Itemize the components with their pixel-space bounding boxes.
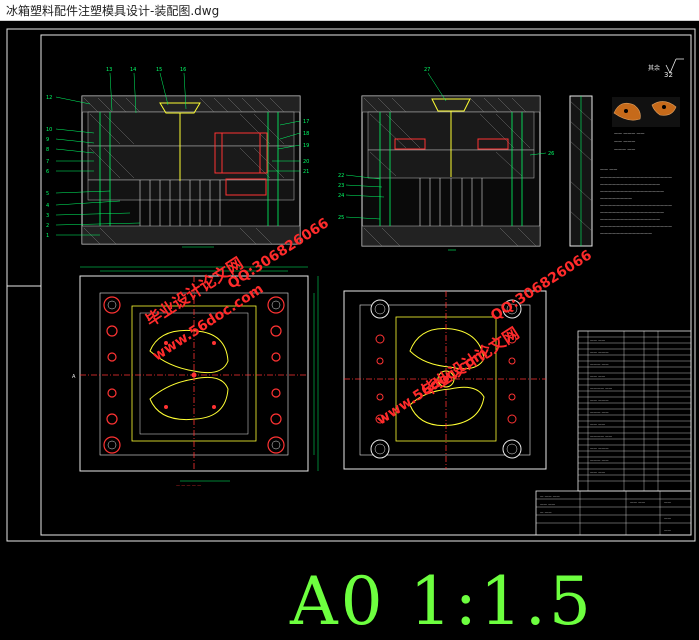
svg-text:—— ——: —— —— (590, 374, 606, 378)
svg-text:————————————————: ———————————————— (600, 189, 664, 194)
svg-text:3: 3 (46, 213, 49, 219)
svg-text:14: 14 (130, 67, 136, 73)
title-block: — —— —— —— —— — —— —— —— —— —— —— (535, 490, 692, 536)
svg-text:——————————————————: —————————————————— (600, 224, 672, 229)
svg-text:———————————————: ——————————————— (600, 182, 660, 187)
svg-text:5: 5 (46, 191, 49, 197)
svg-text:2: 2 (46, 223, 49, 229)
svg-text:21: 21 (303, 169, 309, 175)
svg-text:15: 15 (156, 67, 162, 73)
svg-text:—— ——: —— —— (590, 470, 606, 474)
svg-text:17: 17 (303, 119, 309, 125)
svg-text:—— ——: —— —— (630, 500, 646, 504)
svg-text:————————————————: ———————————————— (600, 210, 664, 215)
part-sketch: —— ——— ———— —————— —— —— —— ————————————… (600, 97, 680, 236)
svg-text:18: 18 (303, 131, 309, 137)
svg-text:——— ——: ——— —— (614, 147, 635, 152)
scale-label: A0 1:1.5 (290, 563, 594, 640)
svg-text:22: 22 (338, 173, 344, 179)
narrow-side-view (569, 95, 593, 247)
svg-text:13: 13 (106, 67, 112, 73)
svg-text:— — — — —: — — — — — (176, 483, 201, 488)
svg-text:———— ——: ———— —— (590, 434, 613, 438)
svg-text:——: —— (664, 516, 672, 520)
svg-text:6: 6 (46, 169, 49, 175)
svg-text:——————————————————: —————————————————— (600, 175, 672, 180)
svg-text:——— ——: ——— —— (590, 362, 609, 366)
svg-text:19: 19 (303, 143, 309, 149)
svg-text:—— ——— ——: —— ——— —— (614, 131, 645, 136)
parts-list-table: —— ———— —————— ———— —————— ———— —————— —… (577, 330, 692, 492)
svg-text:—— ——: —— —— (590, 422, 606, 426)
svg-text:25: 25 (338, 215, 344, 221)
svg-text:24: 24 (338, 193, 344, 199)
svg-text:—— ———: —— ——— (590, 446, 609, 450)
roughness-value: 32 (664, 71, 673, 79)
svg-text:————————: ———————— (600, 196, 632, 201)
svg-text:12: 12 (46, 95, 52, 101)
svg-text:—————————————: ————————————— (600, 231, 652, 236)
window-title: 冰箱塑料配件注塑模具设计-装配图.dwg (6, 4, 220, 18)
svg-text:其余: 其余 (648, 64, 660, 72)
svg-text:—— ——: —— —— (540, 502, 556, 506)
svg-text:20: 20 (303, 159, 309, 165)
svg-text:—— ———: —— ——— (590, 350, 609, 354)
svg-text:——— ——: ——— —— (590, 458, 609, 462)
side-section-view: 27 22 23 24 25 26 (338, 67, 554, 251)
svg-text:———— ——: ———— —— (590, 386, 613, 390)
svg-text:———————————————: ——————————————— (600, 217, 660, 222)
cad-drawing-canvas[interactable]: 12 10 9 8 7 6 5 4 3 2 1 13 14 15 16 17 18 19 20 21 (0, 21, 699, 635)
svg-text:4: 4 (46, 203, 49, 209)
svg-text:——— ——: ——— —— (590, 410, 609, 414)
svg-text:10: 10 (46, 127, 52, 133)
svg-text:23: 23 (338, 183, 344, 189)
svg-text:1: 1 (46, 233, 49, 239)
svg-text:—— ———: —— ——— (614, 139, 635, 144)
svg-text:26: 26 (548, 151, 554, 157)
svg-text:A: A (72, 374, 76, 380)
svg-text:—— ——: —— —— (600, 167, 617, 172)
svg-text:—— ———: —— ——— (590, 398, 609, 402)
svg-text:— ——: — —— (540, 510, 552, 514)
svg-text:27: 27 (424, 67, 430, 73)
svg-text:——————————————————: —————————————————— (600, 203, 672, 208)
window-titlebar: 冰箱塑料配件注塑模具设计-装配图.dwg (0, 0, 699, 21)
svg-text:— —— ——: — —— —— (540, 494, 560, 498)
main-section-view: 1210987654321 13 14 15 16 1718192021 (46, 67, 309, 248)
svg-text:——: —— (664, 528, 672, 532)
svg-text:8: 8 (46, 147, 49, 153)
svg-text:7: 7 (46, 159, 49, 165)
svg-text:——: —— (664, 500, 672, 504)
svg-text:16: 16 (180, 67, 186, 73)
svg-text:9: 9 (46, 137, 49, 143)
svg-text:—— ——: —— —— (590, 338, 606, 342)
assembly-drawing: 1210987654321 13 14 15 16 1718192021 272… (6, 28, 696, 542)
